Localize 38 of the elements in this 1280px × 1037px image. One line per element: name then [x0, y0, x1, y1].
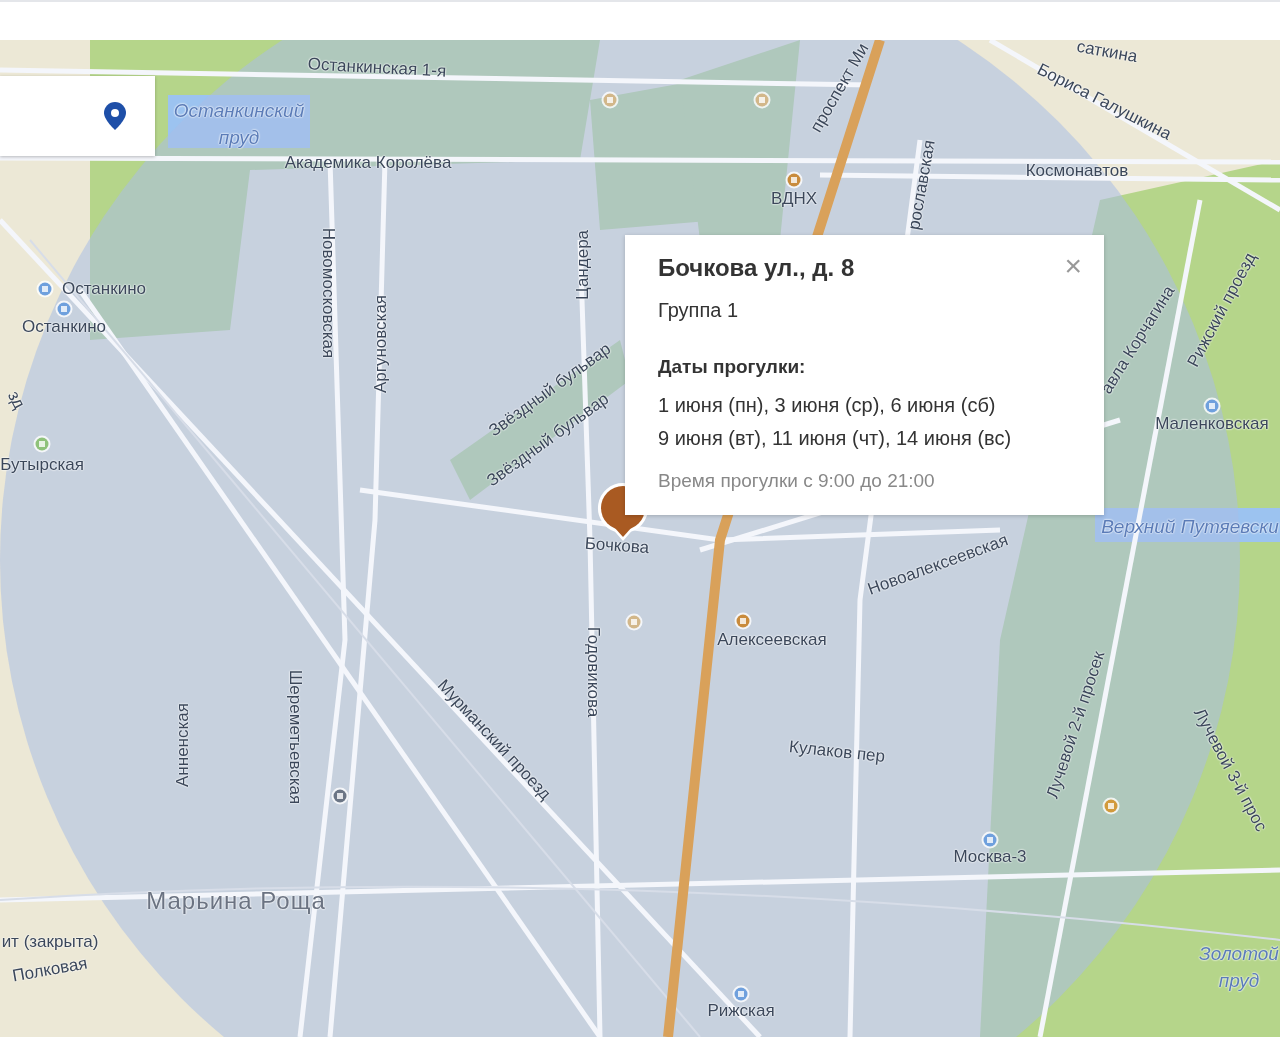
dates-heading: Даты прогулки: [658, 355, 806, 379]
water-label: пруд [1218, 971, 1260, 991]
station-label: Останкино [62, 279, 146, 299]
station-label: Маленковская [1155, 414, 1269, 434]
group-label: Группа 1 [658, 298, 739, 323]
station-label: Останкино [22, 317, 106, 337]
station-label: Бутырская [0, 455, 84, 475]
street-label: Цандера [573, 229, 593, 301]
station-label: Москва-3 [953, 847, 1027, 867]
street-label: рославская [904, 138, 940, 232]
district-label: Марьина Роща [146, 887, 326, 915]
street-label: Годовикова [583, 626, 603, 718]
street-label: Шереметьевская [285, 669, 305, 805]
station-label: Рижская [707, 1001, 775, 1021]
walk-time-note: Время прогулки с 9:00 до 21:00 [658, 469, 935, 493]
street-label: зд [3, 387, 29, 413]
popup-title: Бочкова ул., д. 8 [658, 253, 855, 283]
water-label: Золотой [1199, 944, 1279, 964]
street-label: Космонавтов [1025, 161, 1129, 181]
water-label: Останкинский [173, 101, 305, 121]
dates-line: 9 июня (вт), 11 июня (чт), 14 июня (вс) [658, 426, 1012, 451]
street-label: саткина [1075, 40, 1139, 67]
street-label: Полковая [10, 953, 90, 987]
water-label: пруд [218, 128, 260, 148]
street-label: Новомосковская [318, 227, 338, 359]
location-pin-icon [103, 101, 127, 131]
close-button[interactable]: × [1062, 251, 1084, 281]
street-label: Кулаков пер [788, 737, 886, 767]
location-search-box[interactable] [0, 76, 155, 156]
street-label: Аргуновская [371, 294, 391, 394]
station-label: Алексеевская [717, 630, 827, 650]
street-label: Останкинская 1-я [307, 54, 447, 82]
street-label: Академика Королёва [284, 153, 452, 173]
street-label: ит (закрыта) [1, 932, 99, 952]
street-label: Бочкова [584, 533, 650, 559]
station-label: ВДНХ [770, 189, 818, 209]
street-label: Анненская [173, 703, 193, 787]
dates-line: 1 июня (пн), 3 июня (ср), 6 июня (сб) [658, 393, 996, 418]
